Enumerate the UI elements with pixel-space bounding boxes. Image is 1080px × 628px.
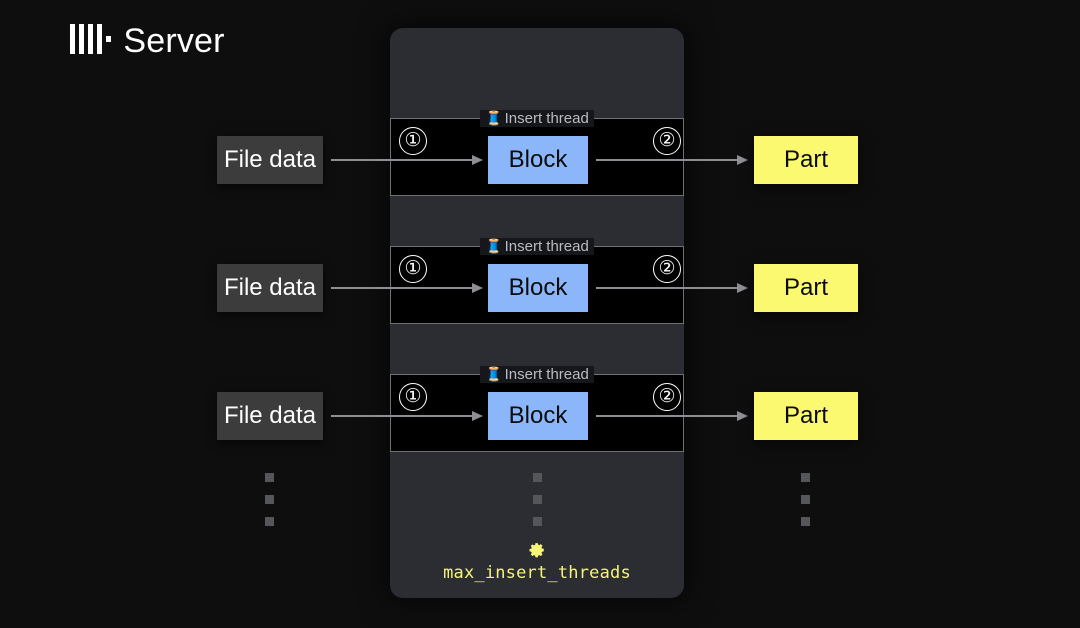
block-label: Block: [508, 402, 568, 429]
clickhouse-logo-icon: [69, 24, 113, 63]
server-title: Server: [0, 22, 294, 63]
ellipsis-dot: [801, 473, 810, 482]
block-label: Block: [508, 146, 568, 173]
ellipsis-dot: [533, 517, 542, 526]
part-box: Part: [754, 392, 858, 440]
part-label: Part: [783, 146, 828, 173]
max-insert-threads-label: max_insert_threads: [443, 563, 631, 583]
block-box: Block: [488, 264, 588, 312]
gear-icon: [529, 543, 544, 558]
ellipsis-right: [801, 473, 810, 526]
ellipsis-dot: [801, 517, 810, 526]
file-data-label: File data: [223, 402, 317, 429]
arrow-head: [737, 282, 748, 293]
step-number-2: ②: [653, 383, 681, 411]
ellipsis-dot: [265, 517, 274, 526]
ellipsis-dot: [265, 473, 274, 482]
ellipsis-center: [533, 473, 542, 526]
step-number-1: ①: [399, 255, 427, 283]
step-number-2: ②: [653, 255, 681, 283]
arrow-head: [737, 154, 748, 165]
block-box: Block: [488, 392, 588, 440]
ellipsis-dot: [801, 495, 810, 504]
step-number-2: ②: [653, 127, 681, 155]
part-box: Part: [754, 264, 858, 312]
file-data-label: File data: [223, 274, 317, 301]
block-label: Block: [508, 274, 568, 301]
ellipsis-dot: [533, 495, 542, 504]
diagram-canvas: Server 🧵 Insert thread 🧵 Insert thread 🧵 In…: [0, 0, 1080, 628]
part-box: Part: [754, 136, 858, 184]
arrow-head: [737, 410, 748, 421]
max-insert-threads-setting: max_insert_threads: [390, 541, 684, 583]
file-data-label: File data: [223, 146, 317, 173]
ellipsis-dot: [265, 495, 274, 504]
step-number-1: ①: [399, 127, 427, 155]
block-box: Block: [488, 136, 588, 184]
ellipsis-left: [265, 473, 274, 526]
server-title-text: Server: [123, 22, 225, 60]
step-number-1: ①: [399, 383, 427, 411]
file-data-box: File data: [217, 264, 323, 312]
file-data-box: File data: [217, 392, 323, 440]
part-label: Part: [783, 274, 828, 301]
ellipsis-dot: [533, 473, 542, 482]
file-data-box: File data: [217, 136, 323, 184]
part-label: Part: [783, 402, 828, 429]
